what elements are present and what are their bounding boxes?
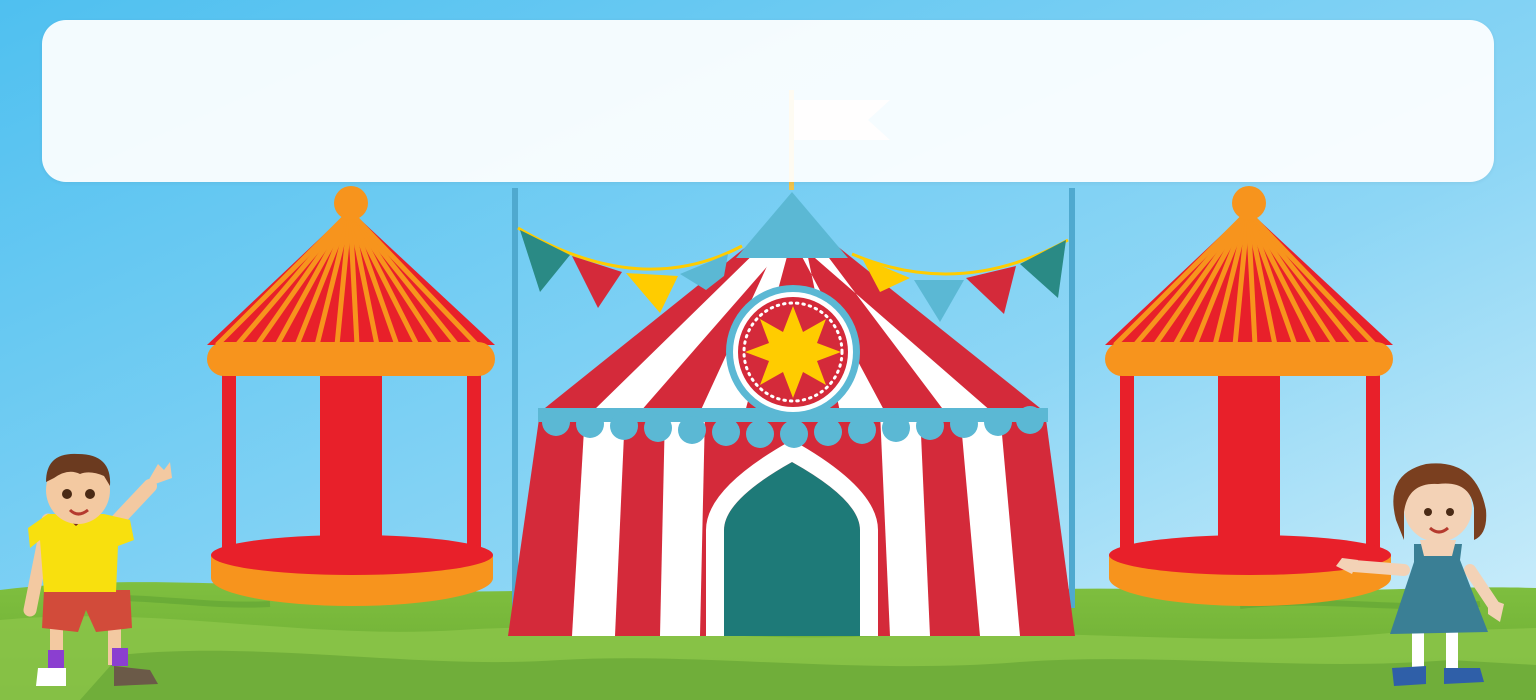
left-pole <box>512 188 518 608</box>
tent-emblem <box>726 285 860 419</box>
right-pole <box>1069 188 1075 608</box>
title-banner <box>42 20 1494 182</box>
